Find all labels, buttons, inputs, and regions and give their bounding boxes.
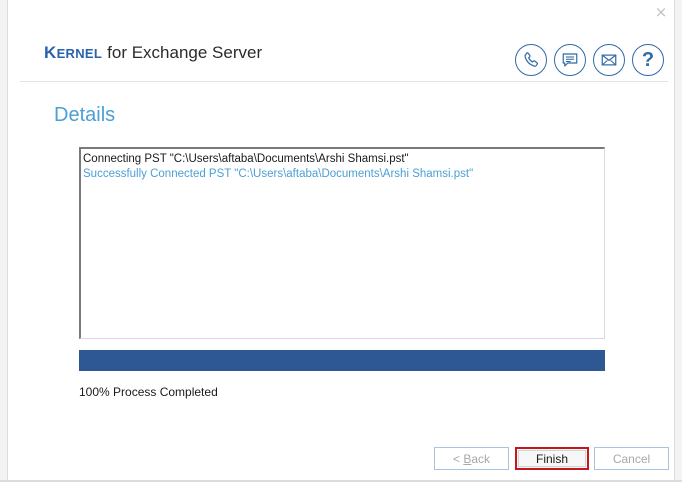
mail-icon bbox=[601, 54, 617, 66]
close-icon: × bbox=[654, 3, 668, 21]
back-button-label: ack bbox=[471, 451, 491, 466]
log-line-success: Successfully Connected PST "C:\Users\aft… bbox=[83, 168, 474, 180]
progress-bar-fill bbox=[79, 350, 605, 371]
chat-icon bbox=[562, 53, 578, 67]
cancel-button-label: Cancel bbox=[612, 451, 651, 466]
progress-bar bbox=[79, 350, 605, 371]
chat-button[interactable] bbox=[554, 44, 586, 76]
window-frame-left bbox=[0, 0, 8, 482]
logo-ernel: ERNEL bbox=[56, 46, 103, 61]
phone-button[interactable] bbox=[515, 44, 547, 76]
back-button[interactable]: < Back bbox=[434, 447, 509, 470]
log-line: Connecting PST "C:\Users\aftaba\Document… bbox=[83, 153, 409, 165]
logo-k: K bbox=[44, 43, 57, 62]
title-bar bbox=[0, 0, 682, 30]
back-button-mnemonic: B bbox=[463, 451, 472, 466]
window-frame-right bbox=[674, 0, 682, 482]
mail-button[interactable] bbox=[593, 44, 625, 76]
finish-button-label: Finish bbox=[535, 451, 568, 466]
logo-product-name: for Exchange Server bbox=[107, 43, 263, 62]
progress-status-text: 100% Process Completed bbox=[79, 385, 218, 399]
page-title: Details bbox=[54, 104, 116, 126]
help-button[interactable]: ? bbox=[632, 44, 664, 76]
log-textarea[interactable]: Connecting PST "C:\Users\aftaba\Document… bbox=[79, 147, 605, 339]
header-divider bbox=[20, 81, 668, 82]
back-button-prefix: < bbox=[452, 451, 464, 466]
window-close-button[interactable]: × bbox=[645, 0, 677, 24]
cancel-button[interactable]: Cancel bbox=[594, 447, 669, 470]
wizard-window: × K ERNEL for Exchange Server ? Details … bbox=[0, 0, 682, 482]
finish-button[interactable]: Finish bbox=[515, 447, 589, 470]
phone-icon bbox=[524, 52, 538, 67]
app-logo: K ERNEL for Exchange Server bbox=[44, 43, 262, 67]
help-icon: ? bbox=[641, 49, 655, 71]
